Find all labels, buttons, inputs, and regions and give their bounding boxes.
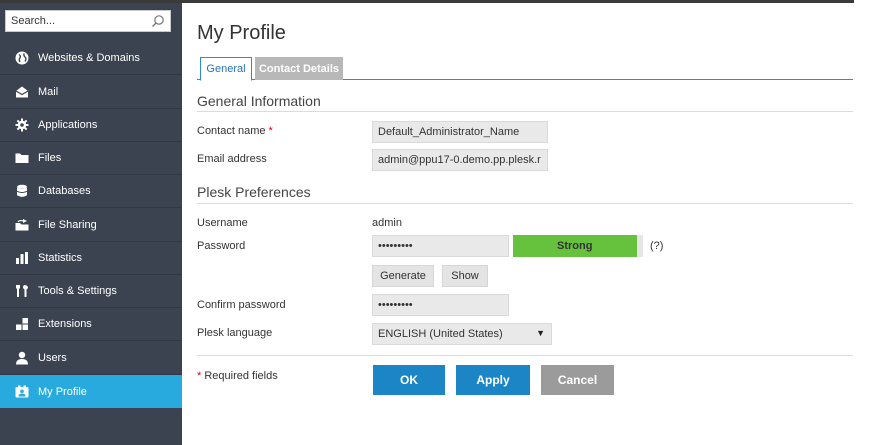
sidebar-item-file-sharing[interactable]: File Sharing <box>0 209 182 242</box>
bar-chart-icon <box>14 250 30 266</box>
sidebar-item-label: Websites & Domains <box>38 52 140 64</box>
sidebar-item-extensions[interactable]: Extensions <box>0 308 182 341</box>
email-field[interactable]: admin@ppu17-0.demo.pp.plesk.r <box>372 149 548 171</box>
tab-general[interactable]: General <box>200 57 252 81</box>
contact-name-label: Contact name * <box>197 125 273 137</box>
sidebar-item-my-profile[interactable]: My Profile <box>0 375 182 408</box>
tab-contact-details[interactable]: Contact Details <box>255 57 343 80</box>
username-label: Username <box>197 217 248 229</box>
sidebar-item-label: Databases <box>38 185 91 197</box>
database-icon <box>14 183 30 199</box>
password-label: Password <box>197 240 246 252</box>
folder-icon <box>14 150 30 166</box>
language-label: Plesk language <box>197 327 273 339</box>
sidebar-item-label: Extensions <box>38 318 92 330</box>
section-title-general-information: General Information <box>197 93 321 109</box>
sidebar-item-files[interactable]: Files <box>0 142 182 175</box>
language-select-value: ENGLISH (United States) <box>378 328 503 340</box>
sidebar-item-websites-domains[interactable]: Websites & Domains <box>0 42 182 75</box>
search-box[interactable] <box>5 10 171 32</box>
sidebar-item-label: My Profile <box>38 385 87 398</box>
required-mark: * <box>268 125 273 137</box>
cancel-button[interactable]: Cancel <box>541 365 614 395</box>
sidebar-item-tools-settings[interactable]: Tools & Settings <box>0 275 182 308</box>
section-title-plesk-preferences: Plesk Preferences <box>197 184 311 200</box>
sidebar-item-label: Files <box>38 152 62 164</box>
username-value: admin <box>372 217 402 229</box>
required-fields-text: Required fields <box>204 370 278 382</box>
sidebar-item-databases[interactable]: Databases <box>0 175 182 208</box>
contact-name-field[interactable]: Default_Administrator_Name <box>372 121 548 143</box>
email-label: Email address <box>197 153 267 165</box>
sidebar-item-label: Mail <box>38 86 59 98</box>
sidebar-item-applications[interactable]: Applications <box>0 109 182 142</box>
generate-button[interactable]: Generate <box>372 265 434 287</box>
file-sharing-icon <box>14 217 30 233</box>
ok-button[interactable]: OK <box>373 365 445 395</box>
sidebar-item-label: File Sharing <box>38 219 97 231</box>
language-select[interactable]: ENGLISH (United States) ▼ <box>372 323 552 345</box>
password-help-link[interactable]: (?) <box>650 240 663 252</box>
password-strength-bar: Strong <box>513 235 643 257</box>
sidebar-item-label: Tools & Settings <box>38 285 117 297</box>
contact-name-label-text: Contact name <box>197 125 266 137</box>
search-input[interactable] <box>6 11 146 31</box>
extensions-icon <box>14 316 30 332</box>
gear-icon <box>14 117 30 133</box>
sidebar-item-mail[interactable]: Mail <box>0 76 182 109</box>
sidebar: Websites & Domains Mail Applications Fil… <box>0 3 182 445</box>
mail-icon <box>14 84 30 100</box>
globe-icon <box>14 50 30 66</box>
sidebar-item-users[interactable]: Users <box>0 342 182 375</box>
sidebar-item-label: Users <box>38 352 67 364</box>
divider <box>197 355 853 356</box>
password-strength-fill: Strong <box>513 235 637 257</box>
tools-icon <box>14 283 30 299</box>
user-icon <box>14 350 30 366</box>
page-title: My Profile <box>197 22 286 44</box>
app-window: Websites & Domains Mail Applications Fil… <box>0 0 881 445</box>
sidebar-item-statistics[interactable]: Statistics <box>0 242 182 275</box>
confirm-password-label: Confirm password <box>197 299 286 311</box>
search-icon[interactable] <box>151 14 165 28</box>
password-field[interactable]: ••••••••• <box>372 235 509 257</box>
required-fields-note: * Required fields <box>197 370 278 382</box>
tab-bar: General Contact Details <box>197 55 853 81</box>
dropdown-arrow-icon: ▼ <box>536 328 545 338</box>
sidebar-item-label: Applications <box>38 119 98 131</box>
required-mark: * <box>197 370 202 382</box>
apply-button[interactable]: Apply <box>456 365 530 395</box>
profile-icon <box>14 384 30 400</box>
sidebar-item-label: Statistics <box>38 252 83 264</box>
divider <box>197 203 853 204</box>
divider <box>197 111 853 112</box>
confirm-password-field[interactable]: ••••••••• <box>372 294 509 316</box>
show-button[interactable]: Show <box>442 265 488 287</box>
